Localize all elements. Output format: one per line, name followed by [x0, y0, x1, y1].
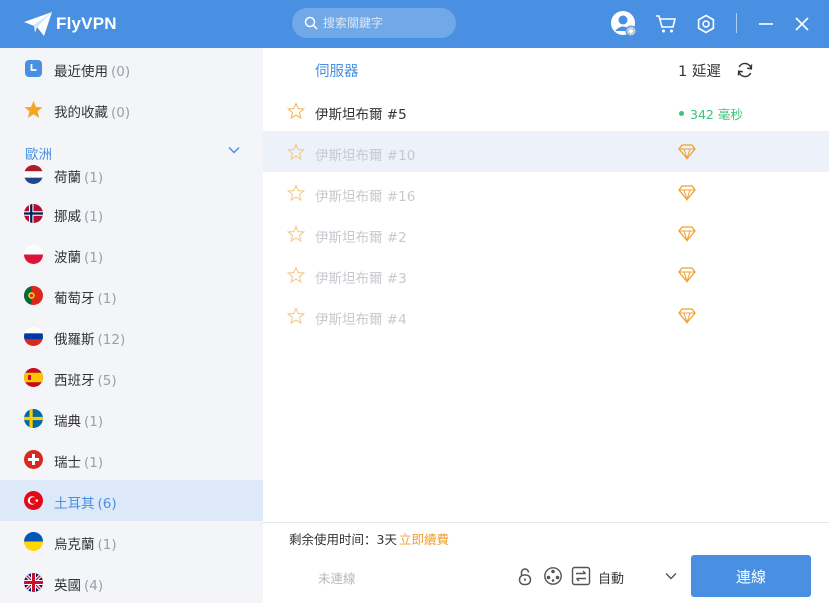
chevron-down-icon[interactable]: [665, 572, 677, 580]
app-name: FlyVPN: [56, 14, 117, 33]
sidebar-item-label: 葡萄牙 (1): [54, 291, 117, 307]
minimize-icon: [759, 23, 773, 25]
sidebar-item-label: 瑞典 (1): [54, 414, 104, 430]
star-outline-icon[interactable]: [287, 143, 305, 161]
chevron-down-icon: [228, 146, 240, 154]
server-row[interactable]: 伊斯坦布爾 #5 342 毫秒: [263, 90, 829, 131]
sidebar-item-ukraine[interactable]: 烏克蘭 (1): [0, 521, 263, 562]
star-outline-icon[interactable]: [287, 307, 305, 325]
server-list-panel: 伺服器 1 延遲 伊斯坦布爾 #5 342 毫秒 伊斯坦布爾 #10 伊斯坦布爾…: [263, 48, 829, 522]
sidebar-item-recent[interactable]: 最近使用 (0): [0, 48, 263, 89]
mode-select[interactable]: 自動: [598, 568, 624, 587]
server-row[interactable]: 伊斯坦布爾 #10: [263, 131, 829, 172]
sidebar-item-spain[interactable]: 西班牙 (5): [0, 357, 263, 398]
premium-diamond-icon: [678, 308, 696, 324]
paper-plane-icon: [24, 12, 52, 36]
gear-icon: [697, 14, 715, 34]
sidebar-item-turkey[interactable]: 土耳其 (6): [0, 480, 263, 521]
lock-icon[interactable]: [515, 566, 535, 586]
shopping-cart-icon: [656, 15, 677, 33]
ukraine-flag-icon: [24, 532, 43, 551]
switch-mode-icon[interactable]: [571, 566, 591, 586]
sidebar-item-label: 最近使用 (0): [54, 64, 131, 80]
connect-button[interactable]: 連線: [691, 555, 811, 597]
sidebar-item-favorites[interactable]: 我的收藏 (0): [0, 89, 263, 130]
sidebar-item-label: 烏克蘭 (1): [54, 537, 117, 553]
server-name: 伊斯坦布爾 #4: [315, 312, 407, 328]
titlebar-divider: [736, 13, 737, 33]
remaining-time: 剩余使用时间：3天 立即續費: [289, 532, 449, 547]
server-row[interactable]: 伊斯坦布爾 #3: [263, 254, 829, 295]
star-outline-icon[interactable]: [287, 225, 305, 243]
premium-diamond-icon: [678, 185, 696, 201]
portugal-flag-icon: [24, 286, 43, 305]
latency-column-header[interactable]: 1 延遲: [678, 60, 721, 81]
russia-flag-icon: [24, 327, 43, 346]
search-input[interactable]: [323, 16, 443, 30]
server-row[interactable]: 伊斯坦布爾 #4: [263, 295, 829, 336]
sidebar-item-label: 挪威 (1): [54, 209, 104, 225]
sidebar-item-netherlands[interactable]: 荷蘭 (1): [0, 154, 263, 195]
sweden-flag-icon: [24, 409, 43, 428]
server-name: 伊斯坦布爾 #10: [315, 148, 416, 164]
server-name: 伊斯坦布爾 #3: [315, 271, 407, 287]
sidebar-item-portugal[interactable]: 葡萄牙 (1): [0, 275, 263, 316]
connection-status: 未連線: [318, 571, 356, 586]
star-outline-icon[interactable]: [287, 184, 305, 202]
premium-diamond-icon: [678, 226, 696, 242]
premium-diamond-icon: [678, 144, 696, 160]
cart-button[interactable]: [652, 10, 680, 38]
sidebar-item-norway[interactable]: 挪威 (1): [0, 193, 263, 234]
sidebar-item-label: 土耳其 (6): [54, 496, 117, 512]
server-row[interactable]: 伊斯坦布爾 #16: [263, 172, 829, 213]
sidebar-item-sweden[interactable]: 瑞典 (1): [0, 398, 263, 439]
renew-link[interactable]: 立即續費: [399, 532, 449, 547]
star-outline-icon[interactable]: [287, 102, 305, 120]
switzerland-flag-icon: [24, 450, 43, 469]
country-sidebar: 最近使用 (0) 我的收藏 (0) 歐洲 荷蘭 (1) 挪威 (1) 波蘭 (1): [0, 48, 263, 603]
search-icon: [304, 16, 318, 30]
turkey-flag-icon: [24, 491, 43, 510]
refresh-icon[interactable]: [736, 61, 754, 79]
sidebar-item-uk[interactable]: 英國 (4): [0, 562, 263, 603]
uk-flag-icon: [24, 573, 43, 592]
user-avatar-icon: [611, 11, 637, 37]
sidebar-item-switzerland[interactable]: 瑞士 (1): [0, 439, 263, 480]
clock-icon: [25, 60, 42, 77]
search-box[interactable]: [292, 8, 456, 38]
server-row[interactable]: 伊斯坦布爾 #2: [263, 213, 829, 254]
sidebar-item-poland[interactable]: 波蘭 (1): [0, 234, 263, 275]
premium-diamond-icon: [678, 267, 696, 283]
sidebar-item-label: 波蘭 (1): [54, 250, 104, 266]
app-logo: FlyVPN: [22, 10, 117, 38]
connection-bar: 剩余使用时间：3天 立即續費 未連線 自動 連線: [263, 522, 829, 603]
settings-button[interactable]: [692, 10, 720, 38]
latency-dot: [679, 111, 684, 116]
title-bar: FlyVPN: [0, 0, 829, 48]
poland-flag-icon: [24, 245, 43, 264]
sidebar-item-russia[interactable]: 俄羅斯 (12): [0, 316, 263, 357]
sidebar-item-label: 瑞士 (1): [54, 455, 104, 471]
close-button[interactable]: [788, 10, 816, 38]
protocol-icon[interactable]: [543, 566, 563, 586]
sidebar-item-label: 俄羅斯 (12): [54, 332, 126, 348]
server-name: 伊斯坦布爾 #16: [315, 189, 416, 205]
minimize-button[interactable]: [752, 10, 780, 38]
sidebar-item-label: 我的收藏 (0): [54, 105, 131, 121]
sidebar-item-label: 荷蘭 (1): [54, 170, 104, 186]
account-button[interactable]: [610, 10, 638, 38]
spain-flag-icon: [24, 368, 43, 387]
region-divider: [0, 166, 263, 167]
server-name: 伊斯坦布爾 #2: [315, 230, 407, 246]
netherlands-flag-icon: [24, 165, 43, 184]
star-outline-icon[interactable]: [287, 266, 305, 284]
latency-value: 342 毫秒: [679, 104, 743, 123]
sidebar-item-label: 西班牙 (5): [54, 373, 117, 389]
close-icon: [795, 17, 809, 31]
server-name: 伊斯坦布爾 #5: [315, 107, 407, 123]
sidebar-item-label: 英國 (4): [54, 578, 104, 594]
norway-flag-icon: [24, 204, 43, 223]
star-filled-icon: [24, 101, 43, 118]
server-column-header[interactable]: 伺服器: [315, 60, 359, 81]
